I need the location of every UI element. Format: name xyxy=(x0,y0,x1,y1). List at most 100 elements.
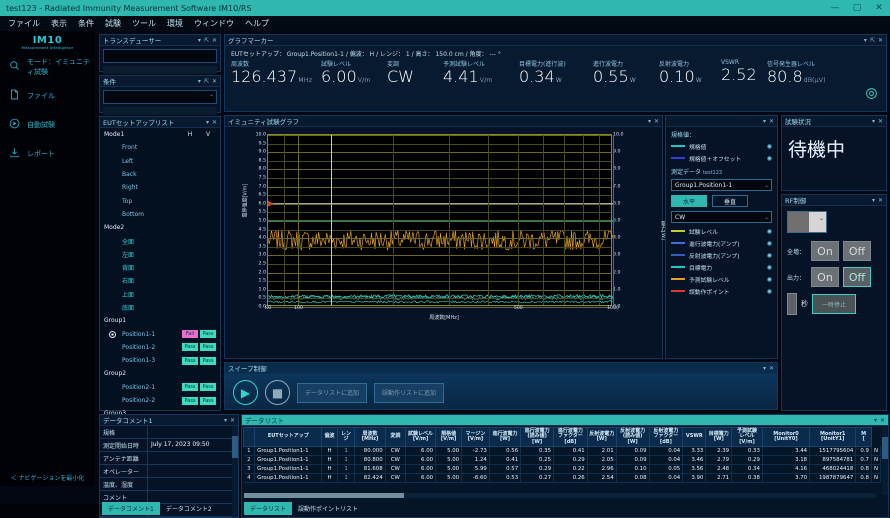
seconds-input[interactable] xyxy=(787,293,797,315)
eut-position-row[interactable]: Position1-1FailPass xyxy=(100,327,220,340)
eye-icon[interactable]: ◉ xyxy=(767,276,772,283)
legend-series-item[interactable]: 反射波電力(アンプ)◉ xyxy=(666,249,777,261)
chevron-down-icon[interactable]: ▾ xyxy=(206,119,209,126)
column-header[interactable]: 変調 xyxy=(385,428,405,447)
minimize-button[interactable]: — xyxy=(824,0,846,16)
column-header[interactable]: EUTセットアップ xyxy=(255,428,322,447)
comment-value[interactable] xyxy=(148,426,238,438)
close-icon[interactable]: ✕ xyxy=(769,365,774,372)
eut-position-row[interactable]: 全面 xyxy=(100,234,220,247)
legend-series-item[interactable]: 誤動作ポイント◉ xyxy=(666,285,777,297)
data-comment-scrollbar[interactable] xyxy=(232,426,238,517)
nav-item-mode[interactable]: モード：イミュニティ試験 xyxy=(0,52,95,81)
polarization-horizontal-button[interactable]: 水平 xyxy=(671,195,707,207)
column-header[interactable]: 反射波電力ファクター[dB] xyxy=(649,428,683,447)
column-header[interactable]: マージン[V/m] xyxy=(462,428,490,447)
close-icon[interactable]: ✕ xyxy=(654,118,659,125)
eye-icon[interactable]: ◉ xyxy=(767,288,772,295)
eut-position-row[interactable]: Back xyxy=(100,168,220,181)
comment-value[interactable] xyxy=(148,452,238,464)
eut-group-row[interactable]: Mode2 xyxy=(100,221,220,234)
comment-row[interactable]: 規格 xyxy=(100,426,238,439)
eut-group-row[interactable]: Group2 xyxy=(100,367,220,380)
menu-item-environment[interactable]: 環境 xyxy=(167,18,183,29)
polarization-vertical-button[interactable]: 垂直 xyxy=(712,195,748,207)
close-icon[interactable]: ✕ xyxy=(878,197,883,204)
chevron-down-icon[interactable]: ▾ xyxy=(872,197,875,204)
eut-position-row[interactable]: Bottom xyxy=(100,208,220,221)
comment-value[interactable]: July 17, 2023 09:50 xyxy=(148,439,238,451)
amplifier-on-button[interactable]: On xyxy=(811,241,839,261)
add-to-malfunction-list-button[interactable]: 誤動作リストに追加 xyxy=(374,383,444,403)
legend-series-item[interactable]: 試験レベル◉ xyxy=(666,225,777,237)
menu-item-condition[interactable]: 条件 xyxy=(78,18,94,29)
column-header[interactable] xyxy=(244,428,255,447)
gear-icon[interactable] xyxy=(865,87,878,103)
column-header[interactable]: 試験レベル[V/m] xyxy=(406,428,436,447)
pin-icon[interactable]: ⇱ xyxy=(204,78,209,85)
comment-row[interactable]: オペレーター xyxy=(100,465,238,478)
legend-modulation-select[interactable]: CW xyxy=(671,211,772,223)
column-header[interactable]: 反射波電力[W] xyxy=(587,428,616,447)
chart-plot[interactable]: 0.00.51.01.52.02.53.03.54.04.55.05.56.06… xyxy=(267,134,612,306)
eut-group-row[interactable]: Group1 xyxy=(100,314,220,327)
chevron-down-icon[interactable]: ▾ xyxy=(874,417,877,424)
close-icon[interactable]: ✕ xyxy=(230,417,235,424)
close-icon[interactable]: ✕ xyxy=(212,37,217,44)
comment-row[interactable]: アンテナ距離 xyxy=(100,452,238,465)
close-icon[interactable]: ✕ xyxy=(769,118,774,125)
close-icon[interactable]: ✕ xyxy=(878,37,883,44)
comment-row[interactable]: 温度、湿度 xyxy=(100,478,238,491)
menu-item-view[interactable]: 表示 xyxy=(51,18,67,29)
close-icon[interactable]: ✕ xyxy=(212,78,217,85)
legend-series-item[interactable]: 進行波電力(アンプ)◉ xyxy=(666,237,777,249)
chevron-down-icon[interactable]: ▾ xyxy=(763,365,766,372)
close-icon[interactable]: ✕ xyxy=(878,118,883,125)
pin-icon[interactable]: ⇱ xyxy=(204,37,209,44)
chevron-down-icon[interactable]: ▾ xyxy=(198,78,201,85)
chevron-down-icon[interactable]: ▾ xyxy=(872,118,875,125)
column-header[interactable]: 周波数[MHz] xyxy=(355,428,385,447)
output-off-button[interactable]: Off xyxy=(843,267,871,287)
pause-button[interactable]: 一時停止 xyxy=(812,294,856,314)
eye-icon[interactable]: ◉ xyxy=(767,155,772,162)
data-list-hscrollbar[interactable] xyxy=(244,493,876,498)
eye-icon[interactable]: ◉ xyxy=(767,240,772,247)
chevron-down-icon[interactable]: ▾ xyxy=(864,37,867,44)
eut-position-row[interactable]: 上面 xyxy=(100,288,220,301)
scrollbar-thumb[interactable] xyxy=(244,493,404,498)
table-row[interactable]: 2Group1.Position1-1H180.800CW6.005.001.2… xyxy=(244,455,881,464)
eut-position-row[interactable]: 右面 xyxy=(100,274,220,287)
table-row[interactable]: 4Group1.Position1-1H182.424CW6.005.00-6.… xyxy=(244,473,881,482)
column-header[interactable]: 進行波電力[W] xyxy=(489,428,520,447)
column-header[interactable]: VSWR xyxy=(683,428,706,447)
menu-item-help[interactable]: ヘルプ xyxy=(245,18,269,29)
condition-select[interactable] xyxy=(103,90,217,104)
add-to-data-list-button[interactable]: データリストに追加 xyxy=(297,383,367,403)
eut-position-row[interactable]: 底面 xyxy=(100,301,220,314)
nav-item-report[interactable]: レポート xyxy=(0,139,95,168)
play-icon[interactable]: ▶ xyxy=(233,380,258,405)
close-button[interactable]: ✕ xyxy=(868,0,890,16)
chart-cursor[interactable] xyxy=(331,135,332,305)
chevron-down-icon[interactable]: ▾ xyxy=(198,37,201,44)
nav-item-autotest[interactable]: 自動試験 xyxy=(0,110,95,139)
menu-item-test[interactable]: 試験 xyxy=(105,18,121,29)
eut-position-row[interactable]: 左面 xyxy=(100,248,220,261)
column-header[interactable]: 予測試験レベル[V/m] xyxy=(732,428,763,447)
chevron-down-icon[interactable]: ▾ xyxy=(224,417,227,424)
comment-row[interactable]: 測定開始日時July 17, 2023 09:50 xyxy=(100,439,238,452)
close-icon[interactable]: ✕ xyxy=(880,417,885,424)
eye-icon[interactable]: ◉ xyxy=(767,143,772,150)
data-list-vscrollbar[interactable] xyxy=(882,427,888,495)
table-row[interactable]: 3Group1.Position1-1H181.608CW6.005.005.9… xyxy=(244,464,881,473)
column-header[interactable]: 偏波 xyxy=(322,428,337,447)
amplifier-select[interactable] xyxy=(787,211,827,233)
eut-position-row[interactable]: Position2-2PassPass xyxy=(100,394,220,407)
eut-group-row[interactable]: Mode1HV xyxy=(100,128,220,141)
scrollbar-thumb[interactable] xyxy=(232,436,238,458)
eut-position-row[interactable]: Front xyxy=(100,141,220,154)
eut-position-row[interactable]: Position2-1PassPass xyxy=(100,381,220,394)
eut-position-row[interactable]: Left xyxy=(100,155,220,168)
legend-series-item[interactable]: 予測試験レベル◉ xyxy=(666,273,777,285)
